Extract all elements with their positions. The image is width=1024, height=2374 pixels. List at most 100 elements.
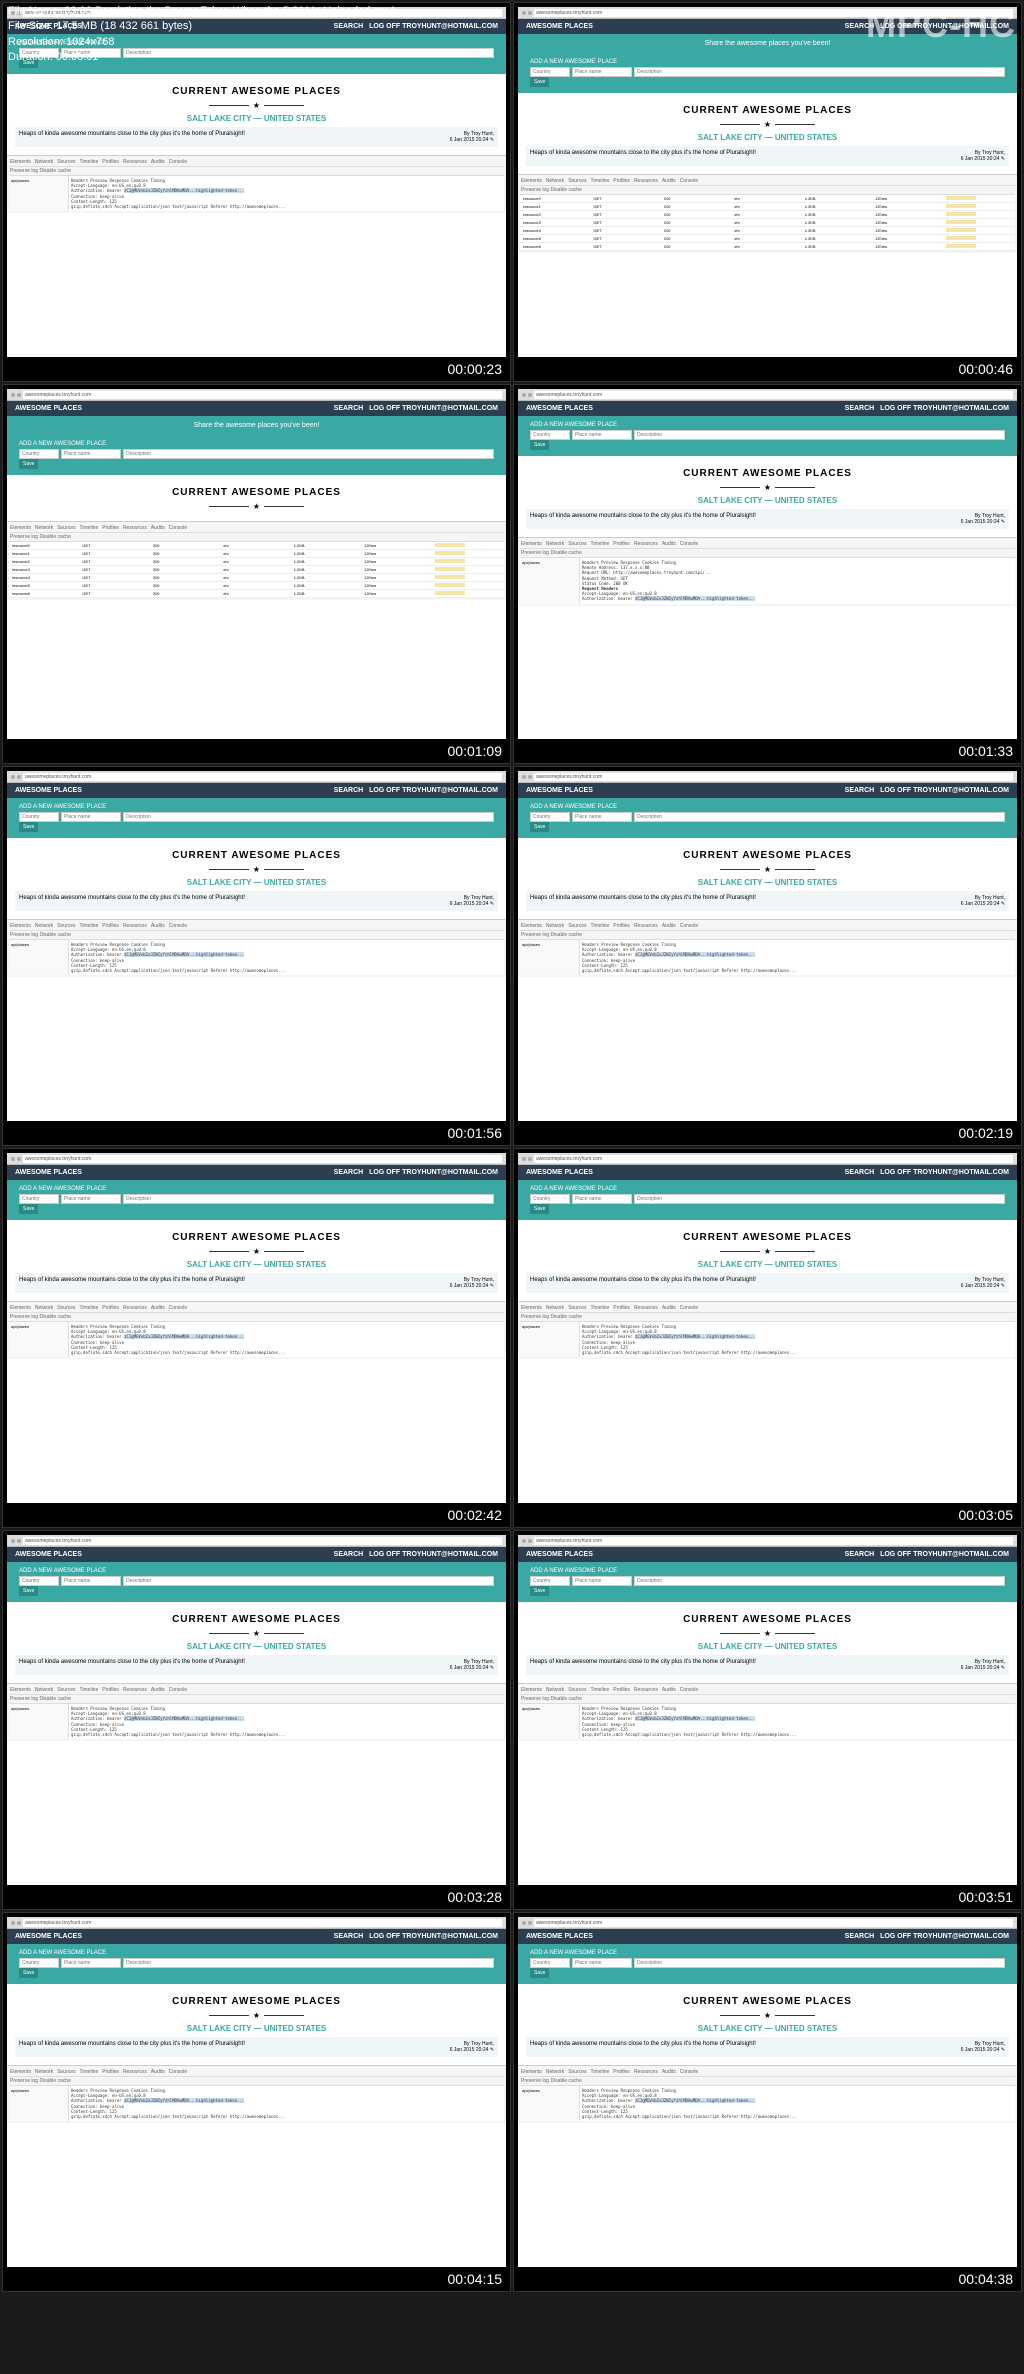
- save-button[interactable]: Save: [530, 1968, 549, 1978]
- nav-links[interactable]: SEARCH LOG OFF TROYHUNT@HOTMAIL.COM: [845, 1169, 1009, 1176]
- place-input[interactable]: [61, 1576, 121, 1586]
- country-select[interactable]: [19, 1958, 59, 1968]
- network-table: resource0GET200xhr1.2KB120ms resource1GE…: [9, 542, 504, 598]
- country-select[interactable]: [530, 1576, 570, 1586]
- place-input[interactable]: [572, 1576, 632, 1586]
- save-button[interactable]: Save: [19, 1968, 38, 1978]
- desc-input[interactable]: [634, 1194, 1005, 1204]
- place-input[interactable]: [572, 430, 632, 440]
- save-button[interactable]: Save: [530, 440, 549, 450]
- save-button[interactable]: Save: [19, 822, 38, 832]
- place-input[interactable]: [61, 1194, 121, 1204]
- save-button[interactable]: Save: [530, 822, 549, 832]
- desc-input[interactable]: [634, 812, 1005, 822]
- save-button[interactable]: Save: [530, 77, 549, 87]
- network-row[interactable]: resource1GET200xhr1.2KB120ms: [9, 550, 504, 558]
- save-button[interactable]: Save: [530, 1586, 549, 1596]
- network-row[interactable]: resource2GET200xhr1.2KB120ms: [520, 211, 1015, 219]
- country-select[interactable]: [530, 430, 570, 440]
- network-row[interactable]: resource5GET200xhr1.2KB120ms: [520, 235, 1015, 243]
- nav-links[interactable]: SEARCH LOG OFF TROYHUNT@HOTMAIL.COM: [845, 1551, 1009, 1558]
- place-input[interactable]: [61, 1958, 121, 1968]
- network-request-list[interactable]: api/places: [9, 2086, 69, 2121]
- devtools-tabs[interactable]: ElementsNetworkSourcesTimelineProfilesRe…: [9, 524, 504, 533]
- desc-input[interactable]: [123, 812, 494, 822]
- devtools-tabs[interactable]: ElementsNetworkSourcesTimelineProfilesRe…: [520, 540, 1015, 549]
- place-input[interactable]: [572, 1958, 632, 1968]
- network-row[interactable]: resource6GET200xhr1.2KB120ms: [9, 590, 504, 598]
- country-select[interactable]: [19, 1194, 59, 1204]
- request-headers: Headers Preview Response Cookies Timing …: [580, 1704, 1015, 1739]
- network-request-list[interactable]: api/places: [9, 176, 69, 211]
- network-request-list[interactable]: api/places: [520, 940, 580, 975]
- devtools-tabs[interactable]: ElementsNetworkSourcesTimelineProfilesRe…: [9, 158, 504, 167]
- url-bar[interactable]: awesomeplaces.troyhunt.com: [23, 391, 502, 399]
- devtools-tabs[interactable]: ElementsNetworkSourcesTimelineProfilesRe…: [520, 2068, 1015, 2077]
- devtools-tabs[interactable]: ElementsNetworkSourcesTimelineProfilesRe…: [520, 1686, 1015, 1695]
- nav-links[interactable]: SEARCH LOG OFF TROYHUNT@HOTMAIL.COM: [334, 1933, 498, 1940]
- network-request-list[interactable]: api/places: [520, 1704, 580, 1739]
- url-bar[interactable]: awesomeplaces.troyhunt.com: [534, 1155, 1013, 1163]
- nav-links[interactable]: SEARCH LOG OFF TROYHUNT@HOTMAIL.COM: [334, 787, 498, 794]
- star-icon: ★: [764, 483, 771, 492]
- place-input[interactable]: [572, 1194, 632, 1204]
- save-button[interactable]: Save: [530, 1204, 549, 1214]
- browser-chrome: awesomeplaces.troyhunt.com: [7, 1917, 506, 1929]
- devtools-tabs[interactable]: ElementsNetworkSourcesTimelineProfilesRe…: [9, 922, 504, 931]
- desc-input[interactable]: [634, 1958, 1005, 1968]
- nav-links[interactable]: SEARCH LOG OFF TROYHUNT@HOTMAIL.COM: [845, 787, 1009, 794]
- network-row[interactable]: resource4GET200xhr1.2KB120ms: [9, 574, 504, 582]
- network-row[interactable]: resource4GET200xhr1.2KB120ms: [520, 227, 1015, 235]
- network-row[interactable]: resource3GET200xhr1.2KB120ms: [520, 219, 1015, 227]
- url-bar[interactable]: awesomeplaces.troyhunt.com: [534, 391, 1013, 399]
- country-select[interactable]: [19, 812, 59, 822]
- desc-input[interactable]: [123, 1576, 494, 1586]
- network-request-list[interactable]: api/places: [520, 1322, 580, 1357]
- devtools-tabs[interactable]: ElementsNetworkSourcesTimelineProfilesRe…: [9, 1686, 504, 1695]
- request-headers: Headers Preview Response Cookies Timing …: [69, 1704, 504, 1739]
- nav-links[interactable]: SEARCH LOG OFF TROYHUNT@HOTMAIL.COM: [845, 405, 1009, 412]
- nav-links[interactable]: SEARCH LOG OFF TROYHUNT@HOTMAIL.COM: [334, 1551, 498, 1558]
- save-button[interactable]: Save: [19, 1204, 38, 1214]
- desc-input[interactable]: [634, 1576, 1005, 1586]
- nav-links[interactable]: SEARCH LOG OFF TROYHUNT@HOTMAIL.COM: [334, 405, 498, 412]
- network-request-list[interactable]: api/places: [9, 940, 69, 975]
- save-button[interactable]: Save: [19, 1586, 38, 1596]
- country-select[interactable]: [530, 812, 570, 822]
- nav-links[interactable]: SEARCH LOG OFF TROYHUNT@HOTMAIL.COM: [845, 1933, 1009, 1940]
- network-request-list[interactable]: api/places: [520, 558, 580, 604]
- network-request-list[interactable]: api/places: [9, 1704, 69, 1739]
- devtools-tabs[interactable]: ElementsNetworkSourcesTimelineProfilesRe…: [9, 2068, 504, 2077]
- url-bar[interactable]: awesomeplaces.troyhunt.com: [23, 1919, 502, 1927]
- url-bar[interactable]: awesomeplaces.troyhunt.com: [534, 773, 1013, 781]
- country-select[interactable]: [530, 1194, 570, 1204]
- timestamp: 00:03:05: [959, 1507, 1014, 1523]
- devtools-tabs[interactable]: ElementsNetworkSourcesTimelineProfilesRe…: [520, 922, 1015, 931]
- network-request-list[interactable]: api/places: [520, 2086, 580, 2121]
- desc-input[interactable]: [123, 1194, 494, 1204]
- url-bar[interactable]: awesomeplaces.troyhunt.com: [534, 1537, 1013, 1545]
- devtools-tabs[interactable]: ElementsNetworkSourcesTimelineProfilesRe…: [520, 1304, 1015, 1313]
- country-select[interactable]: [19, 1576, 59, 1586]
- network-row[interactable]: resource0GET200xhr1.2KB120ms: [9, 542, 504, 550]
- url-bar[interactable]: awesomeplaces.troyhunt.com: [23, 1155, 502, 1163]
- country-select[interactable]: [530, 1958, 570, 1968]
- desc-input[interactable]: [123, 1958, 494, 1968]
- nav-links[interactable]: SEARCH LOG OFF TROYHUNT@HOTMAIL.COM: [334, 1169, 498, 1176]
- url-bar[interactable]: awesomeplaces.troyhunt.com: [23, 773, 502, 781]
- devtools-tabs[interactable]: ElementsNetworkSourcesTimelineProfilesRe…: [9, 1304, 504, 1313]
- network-row[interactable]: resource6GET200xhr1.2KB120ms: [520, 243, 1015, 251]
- devtools-tabs[interactable]: ElementsNetworkSourcesTimelineProfilesRe…: [520, 177, 1015, 186]
- place-input[interactable]: [61, 812, 121, 822]
- desc-input[interactable]: [634, 430, 1005, 440]
- network-row[interactable]: resource1GET200xhr1.2KB120ms: [520, 203, 1015, 211]
- network-request-list[interactable]: api/places: [9, 1322, 69, 1357]
- devtools-panel: ElementsNetworkSourcesTimelineProfilesRe…: [518, 2065, 1017, 2123]
- url-bar[interactable]: awesomeplaces.troyhunt.com: [23, 1537, 502, 1545]
- network-row[interactable]: resource0GET200xhr1.2KB120ms: [520, 195, 1015, 203]
- network-row[interactable]: resource3GET200xhr1.2KB120ms: [9, 566, 504, 574]
- network-row[interactable]: resource5GET200xhr1.2KB120ms: [9, 582, 504, 590]
- network-row[interactable]: resource2GET200xhr1.2KB120ms: [9, 558, 504, 566]
- place-input[interactable]: [572, 812, 632, 822]
- url-bar[interactable]: awesomeplaces.troyhunt.com: [534, 1919, 1013, 1927]
